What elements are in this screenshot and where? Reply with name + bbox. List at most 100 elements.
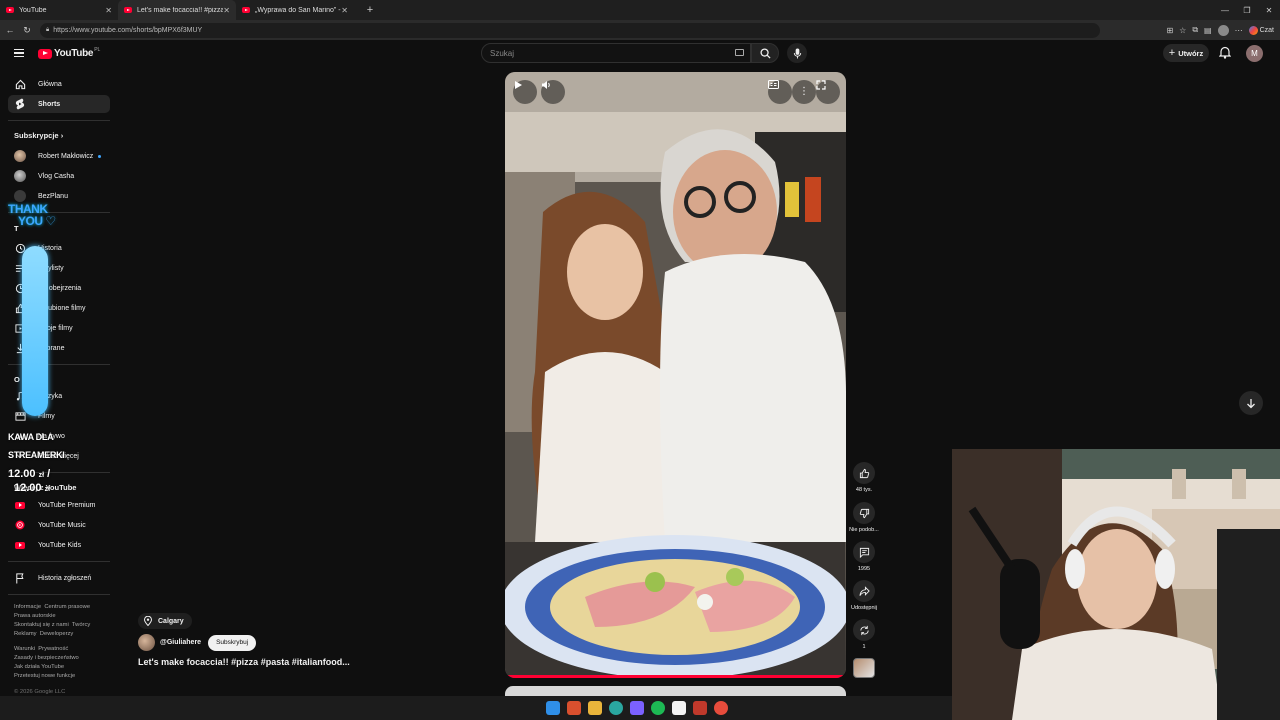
location-chip[interactable]: Calgary — [138, 613, 192, 629]
app-media-icon[interactable] — [693, 701, 707, 715]
more-menu-icon[interactable]: ⋯ — [1235, 26, 1243, 35]
close-tab-icon[interactable]: ✕ — [223, 6, 230, 15]
footer-link[interactable]: Centrum prasowe — [44, 604, 90, 610]
sidebar-item-subscription[interactable]: Robert Makłowicz — [8, 147, 110, 165]
share-icon — [858, 585, 870, 596]
remix-action[interactable]: 1 — [849, 619, 879, 650]
more-options-button[interactable]: ⋮ — [792, 80, 816, 104]
footer-link[interactable]: Informacje — [14, 604, 41, 610]
new-tab-button[interactable]: + — [362, 2, 378, 18]
sidebar-item-home[interactable]: Główna — [8, 75, 110, 93]
notifications-bell-icon[interactable] — [1218, 46, 1232, 64]
footer-link[interactable]: Prawa autorskie — [14, 613, 56, 619]
play-button[interactable] — [513, 80, 537, 104]
sound-thumbnail[interactable] — [853, 658, 875, 678]
subscribe-button[interactable]: Subskrybuj — [208, 634, 257, 651]
menu-icon[interactable] — [14, 49, 24, 58]
refresh-icon[interactable]: ↻ — [20, 25, 34, 36]
channel-name[interactable]: @Giuliahere — [160, 639, 201, 646]
subscriptions-header[interactable]: Subskrypcje › — [14, 131, 63, 140]
favorite-star-icon[interactable]: ☆ — [1179, 26, 1186, 35]
footer-link[interactable]: Reklamy — [14, 631, 37, 637]
close-tab-icon[interactable]: ✕ — [105, 6, 112, 15]
browser-tab-youtube[interactable]: YouTube ✕ — [0, 0, 118, 20]
remix-button[interactable] — [853, 619, 875, 641]
extensions-icon[interactable]: ⧉ — [1192, 25, 1198, 35]
footer-link[interactable]: Skontaktuj się z nami — [14, 622, 69, 628]
youtube-favicon-icon — [6, 7, 14, 13]
collections-icon[interactable]: ▤ — [1204, 26, 1212, 35]
browser-tab-focaccia[interactable]: Let's make focaccia!! #pizza #pasta ✕ — [118, 0, 236, 20]
shorts-video-player[interactable]: ⋮ — [505, 72, 846, 678]
sidebar-item-youtube-kids[interactable]: YouTube Kids — [8, 536, 110, 554]
youtube-logo[interactable]: YouTube PL — [38, 47, 100, 59]
plus-icon: + — [1168, 47, 1176, 59]
sidebar-item-report-history[interactable]: Historia zgłoszeń — [8, 569, 110, 587]
comments-button[interactable] — [853, 541, 875, 563]
back-icon[interactable]: ← — [3, 25, 17, 35]
comments-action[interactable]: 1995 — [849, 541, 879, 572]
play-icon — [515, 81, 522, 89]
footer-link[interactable]: Prywatność — [38, 646, 68, 652]
close-window-icon[interactable]: ✕ — [1258, 0, 1280, 20]
footer-links-secondary: Warunki Prywatność Zasady i bezpieczeńst… — [14, 645, 110, 681]
app-firefox-icon[interactable] — [567, 701, 581, 715]
tab-title: „Wyprawa do San Marino” - ROBE — [255, 6, 341, 14]
thumbs-up-icon — [859, 468, 869, 478]
notion-icon[interactable] — [672, 701, 686, 715]
sidebar-item-shorts[interactable]: Shorts — [8, 95, 110, 113]
sidebar-item-youtube-premium[interactable]: YouTube Premium — [8, 496, 110, 514]
lock-icon: 🔒︎ — [46, 26, 50, 33]
short-title[interactable]: Let's make focaccia!! #pizza #pasta #ita… — [138, 657, 350, 667]
mute-button[interactable] — [541, 80, 565, 104]
like-button[interactable] — [853, 462, 875, 484]
dislike-action[interactable]: Nie podob... — [849, 502, 879, 533]
footer-link[interactable]: Przetestuj nowe funkcje — [14, 673, 75, 679]
divider — [8, 561, 110, 562]
apps-icon[interactable]: ⊞ — [1166, 26, 1173, 35]
video-progress-bar[interactable] — [505, 675, 846, 678]
footer-link[interactable]: Deweloperzy — [40, 631, 74, 637]
browser-tab-san-marino[interactable]: „Wyprawa do San Marino” - ROBE ✕ — [236, 0, 354, 20]
file-explorer-icon[interactable] — [588, 701, 602, 715]
sidebar-item-youtube-music[interactable]: YouTube Music — [8, 516, 110, 534]
fullscreen-button[interactable] — [816, 80, 840, 104]
dislike-button[interactable] — [853, 502, 875, 524]
close-tab-icon[interactable]: ✕ — [341, 6, 348, 15]
account-avatar[interactable]: M — [1246, 45, 1263, 62]
app-obs-icon[interactable] — [714, 701, 728, 715]
divider — [8, 594, 110, 595]
next-short-preview[interactable] — [505, 686, 846, 696]
voice-search-button[interactable] — [787, 43, 807, 63]
spotify-icon[interactable] — [651, 701, 665, 715]
footer-link[interactable]: Jak działa YouTube — [14, 664, 64, 670]
sidebar-item-subscription[interactable]: Vlog Casha — [8, 167, 110, 185]
sidebar-item-label: BezPlanu — [38, 192, 68, 200]
create-button[interactable]: + Utwórz — [1163, 44, 1209, 62]
app-discord-icon[interactable] — [630, 701, 644, 715]
browser-profile-avatar[interactable] — [1217, 24, 1229, 36]
captions-icon — [768, 80, 779, 89]
film-icon — [14, 410, 26, 422]
maximize-icon[interactable]: ❐ — [1236, 0, 1258, 20]
keyboard-icon[interactable] — [735, 49, 744, 56]
more-vert-icon: ⋮ — [799, 86, 809, 97]
search-button[interactable] — [751, 43, 779, 63]
url-field[interactable]: 🔒︎ https://www.youtube.com/shorts/bpMPX6… — [40, 22, 1100, 38]
copilot-button[interactable]: Czat — [1248, 25, 1274, 35]
edge-browser-icon[interactable] — [609, 701, 623, 715]
footer-link[interactable]: Twórcy — [72, 622, 90, 628]
like-action[interactable]: 48 tys. — [849, 462, 879, 493]
currency: zł — [44, 486, 51, 493]
share-action[interactable]: Udostępnij — [849, 580, 879, 611]
create-label: Utwórz — [1178, 48, 1204, 58]
next-short-button[interactable] — [1239, 391, 1263, 415]
captions-button[interactable] — [768, 80, 792, 104]
search-input[interactable]: Szukaj — [481, 43, 751, 63]
minimize-icon[interactable]: — — [1214, 0, 1236, 20]
channel-avatar[interactable] — [138, 634, 155, 651]
start-windows-icon[interactable] — [546, 701, 560, 715]
footer-link[interactable]: Zasady i bezpieczeństwo — [14, 655, 79, 661]
share-button[interactable] — [853, 580, 875, 602]
footer-link[interactable]: Warunki — [14, 646, 35, 652]
